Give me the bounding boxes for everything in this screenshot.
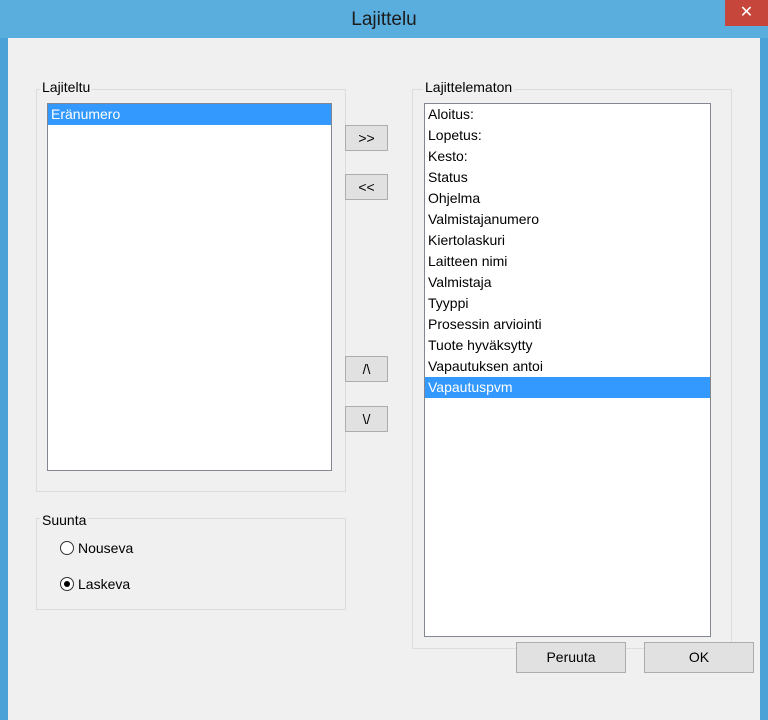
list-item[interactable]: Prosessin arviointi bbox=[425, 314, 710, 335]
list-item[interactable]: Tuote hyväksytty bbox=[425, 335, 710, 356]
sorted-group-label: Lajiteltu bbox=[40, 79, 93, 95]
list-item[interactable]: Ohjelma bbox=[425, 188, 710, 209]
add-button[interactable]: >> bbox=[345, 125, 388, 151]
move-up-button-label: /\ bbox=[362, 361, 371, 377]
add-button-label: >> bbox=[358, 130, 375, 146]
close-button[interactable]: ✕ bbox=[725, 0, 768, 26]
sorted-list[interactable]: Eränumero bbox=[47, 103, 332, 471]
cancel-button-label: Peruuta bbox=[546, 649, 596, 665]
radio-descending-label: Laskeva bbox=[78, 576, 131, 592]
ok-button[interactable]: OK bbox=[644, 642, 754, 673]
remove-button-label: << bbox=[358, 179, 375, 195]
list-item[interactable]: Vapautuksen antoi bbox=[425, 356, 710, 377]
move-down-button-label: \/ bbox=[362, 411, 371, 427]
unsorted-list[interactable]: Aloitus: Lopetus: Kesto: Status Ohjelma Valmi… bbox=[424, 103, 711, 637]
list-item[interactable]: Vapautuspvm bbox=[425, 377, 710, 398]
radio-ascending-button[interactable] bbox=[60, 541, 74, 555]
list-item[interactable]: Kesto: bbox=[425, 146, 710, 167]
cancel-button[interactable]: Peruuta bbox=[516, 642, 626, 673]
unsorted-group-label: Lajittelematon bbox=[423, 79, 515, 95]
remove-button[interactable]: << bbox=[345, 174, 388, 200]
radio-ascending[interactable]: Nouseva bbox=[60, 540, 133, 556]
ok-button-label: OK bbox=[688, 649, 710, 665]
list-item[interactable]: Kiertolaskuri bbox=[425, 230, 710, 251]
move-down-button[interactable]: \/ bbox=[345, 406, 388, 432]
radio-descending[interactable]: Laskeva bbox=[60, 576, 130, 592]
list-item[interactable]: Lopetus: bbox=[425, 125, 710, 146]
radio-ascending-label: Nouseva bbox=[78, 540, 134, 556]
close-icon: ✕ bbox=[739, 4, 754, 21]
list-item[interactable]: Status bbox=[425, 167, 710, 188]
list-item[interactable]: Laitteen nimi bbox=[425, 251, 710, 272]
window-title: Lajittelu bbox=[351, 9, 417, 30]
dialog-client: Lajiteltu Eränumero >> << /\ \/ Lajittel… bbox=[8, 38, 760, 720]
title-bar[interactable]: Lajittelu ✕ bbox=[0, 0, 768, 38]
list-item[interactable]: Valmistajanumero bbox=[425, 209, 710, 230]
direction-group-label: Suunta bbox=[40, 512, 89, 528]
direction-group bbox=[36, 518, 346, 610]
list-item[interactable]: Eränumero bbox=[48, 104, 331, 125]
list-item[interactable]: Tyyppi bbox=[425, 293, 710, 314]
radio-descending-button[interactable] bbox=[60, 577, 74, 591]
list-item[interactable]: Aloitus: bbox=[425, 104, 710, 125]
move-up-button[interactable]: /\ bbox=[345, 356, 388, 382]
list-item[interactable]: Valmistaja bbox=[425, 272, 710, 293]
